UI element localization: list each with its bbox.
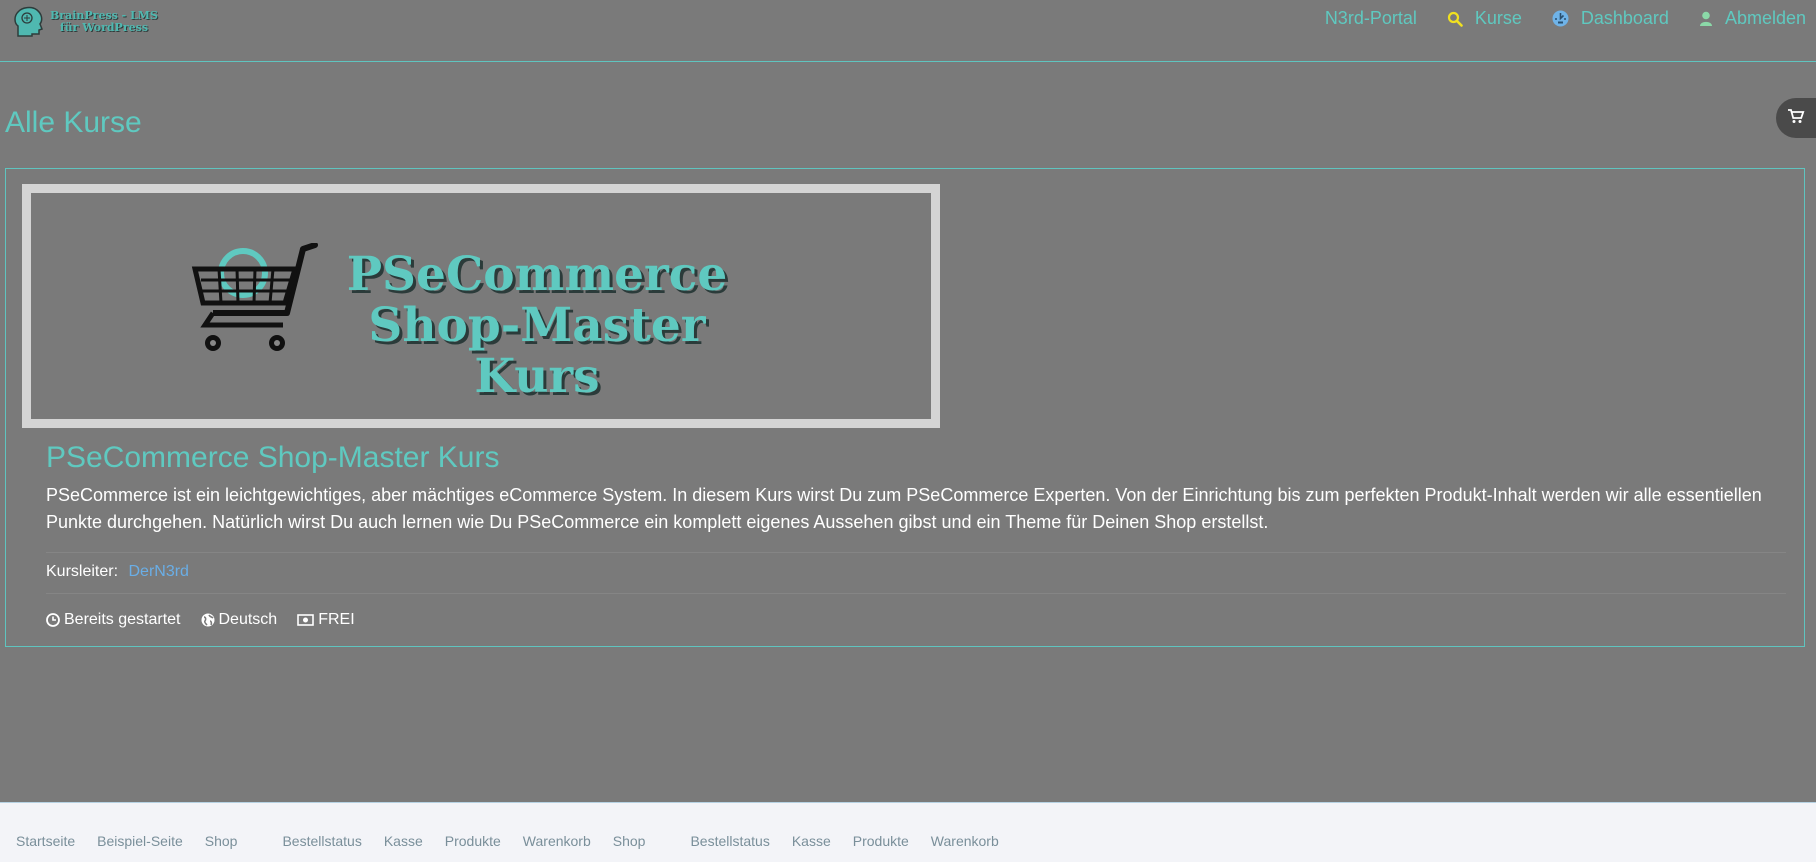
footer-link-produkte[interactable]: Produkte xyxy=(445,833,501,849)
course-image[interactable]: PSeCommerce Shop-Master Kurs xyxy=(22,184,940,428)
nav-label-kurse: Kurse xyxy=(1474,8,1522,28)
instructor-label: Kursleiter: xyxy=(46,563,119,580)
clock-icon xyxy=(46,613,60,627)
footer-link-kasse[interactable]: Kasse xyxy=(384,833,423,849)
site-footer: Startseite Beispiel-Seite Shop Bestellst… xyxy=(0,802,1816,862)
globe-icon xyxy=(201,613,215,627)
divider xyxy=(46,552,1786,553)
course-image-title: PSeCommerce Shop-Master Kurs xyxy=(327,249,747,402)
cart-tab-button[interactable] xyxy=(1776,98,1816,138)
nav-label-dashboard: Dashboard xyxy=(1580,8,1669,28)
footer-nav: Startseite Beispiel-Seite Shop Bestellst… xyxy=(16,833,1021,849)
user-icon xyxy=(1699,11,1713,27)
nav-item-n3rd-portal[interactable]: N3rd-Portal xyxy=(1325,8,1417,29)
course-status: Bereits gestartet xyxy=(46,611,181,629)
logo-text: BrainPress - LMS für WordPress xyxy=(50,10,158,34)
shopping-cart-icon xyxy=(191,242,321,368)
site-header: BrainPress - LMS für WordPress N3rd-Port… xyxy=(0,0,1816,62)
course-description: PSeCommerce ist ein leichtgewichtiges, a… xyxy=(46,485,1762,532)
footer-link-bestellstatus[interactable]: Bestellstatus xyxy=(690,833,769,849)
footer-link-bestellstatus[interactable]: Bestellstatus xyxy=(282,833,361,849)
nav-item-abmelden[interactable]: Abmelden xyxy=(1699,8,1806,29)
instructor-link[interactable]: DerN3rd xyxy=(128,563,188,580)
money-icon xyxy=(297,614,315,626)
course-image-title-line2: Shop-Master Kurs xyxy=(368,298,706,404)
shopping-cart-icon xyxy=(1787,108,1805,129)
footer-link-warenkorb[interactable]: Warenkorb xyxy=(931,833,999,849)
footer-link-produkte[interactable]: Produkte xyxy=(853,833,909,849)
footer-link-beispiel-seite[interactable]: Beispiel-Seite xyxy=(97,833,183,849)
footer-link-startseite[interactable]: Startseite xyxy=(16,833,75,849)
instructor-row: Kursleiter: DerN3rd xyxy=(46,563,189,581)
footer-link-warenkorb[interactable]: Warenkorb xyxy=(523,833,591,849)
footer-link-shop[interactable]: Shop xyxy=(613,833,646,849)
course-price: FREI xyxy=(297,611,355,629)
course-image-title-line1: PSeCommerce xyxy=(346,247,728,302)
nav-item-kurse[interactable]: Kurse xyxy=(1447,8,1522,29)
divider xyxy=(46,593,1786,594)
page-title: Alle Kurse xyxy=(5,106,142,139)
course-status-text: Bereits gestartet xyxy=(64,611,181,628)
site-logo[interactable]: BrainPress - LMS für WordPress xyxy=(12,6,158,38)
course-price-text: FREI xyxy=(318,611,355,628)
nav-label-n3rd-portal: N3rd-Portal xyxy=(1324,8,1417,28)
main-nav: N3rd-Portal Kurse Dashboard Abmelden xyxy=(1325,8,1816,29)
logo-text-line2: für WordPress xyxy=(59,21,149,34)
footer-link-kasse[interactable]: Kasse xyxy=(792,833,831,849)
search-icon xyxy=(1447,11,1463,27)
nav-label-abmelden: Abmelden xyxy=(1724,8,1806,28)
nav-item-dashboard[interactable]: Dashboard xyxy=(1552,8,1669,29)
brain-head-icon xyxy=(12,6,46,38)
dashboard-icon xyxy=(1552,10,1569,27)
course-language: Deutsch xyxy=(201,611,278,629)
course-meta: Bereits gestartet Deutsch FREI xyxy=(46,611,375,629)
course-title-link[interactable]: PSeCommerce Shop-Master Kurs xyxy=(46,441,500,475)
course-language-text: Deutsch xyxy=(218,611,278,628)
course-card: PSeCommerce Shop-Master Kurs PSeCommerce… xyxy=(5,168,1805,647)
footer-link-shop[interactable]: Shop xyxy=(205,833,238,849)
